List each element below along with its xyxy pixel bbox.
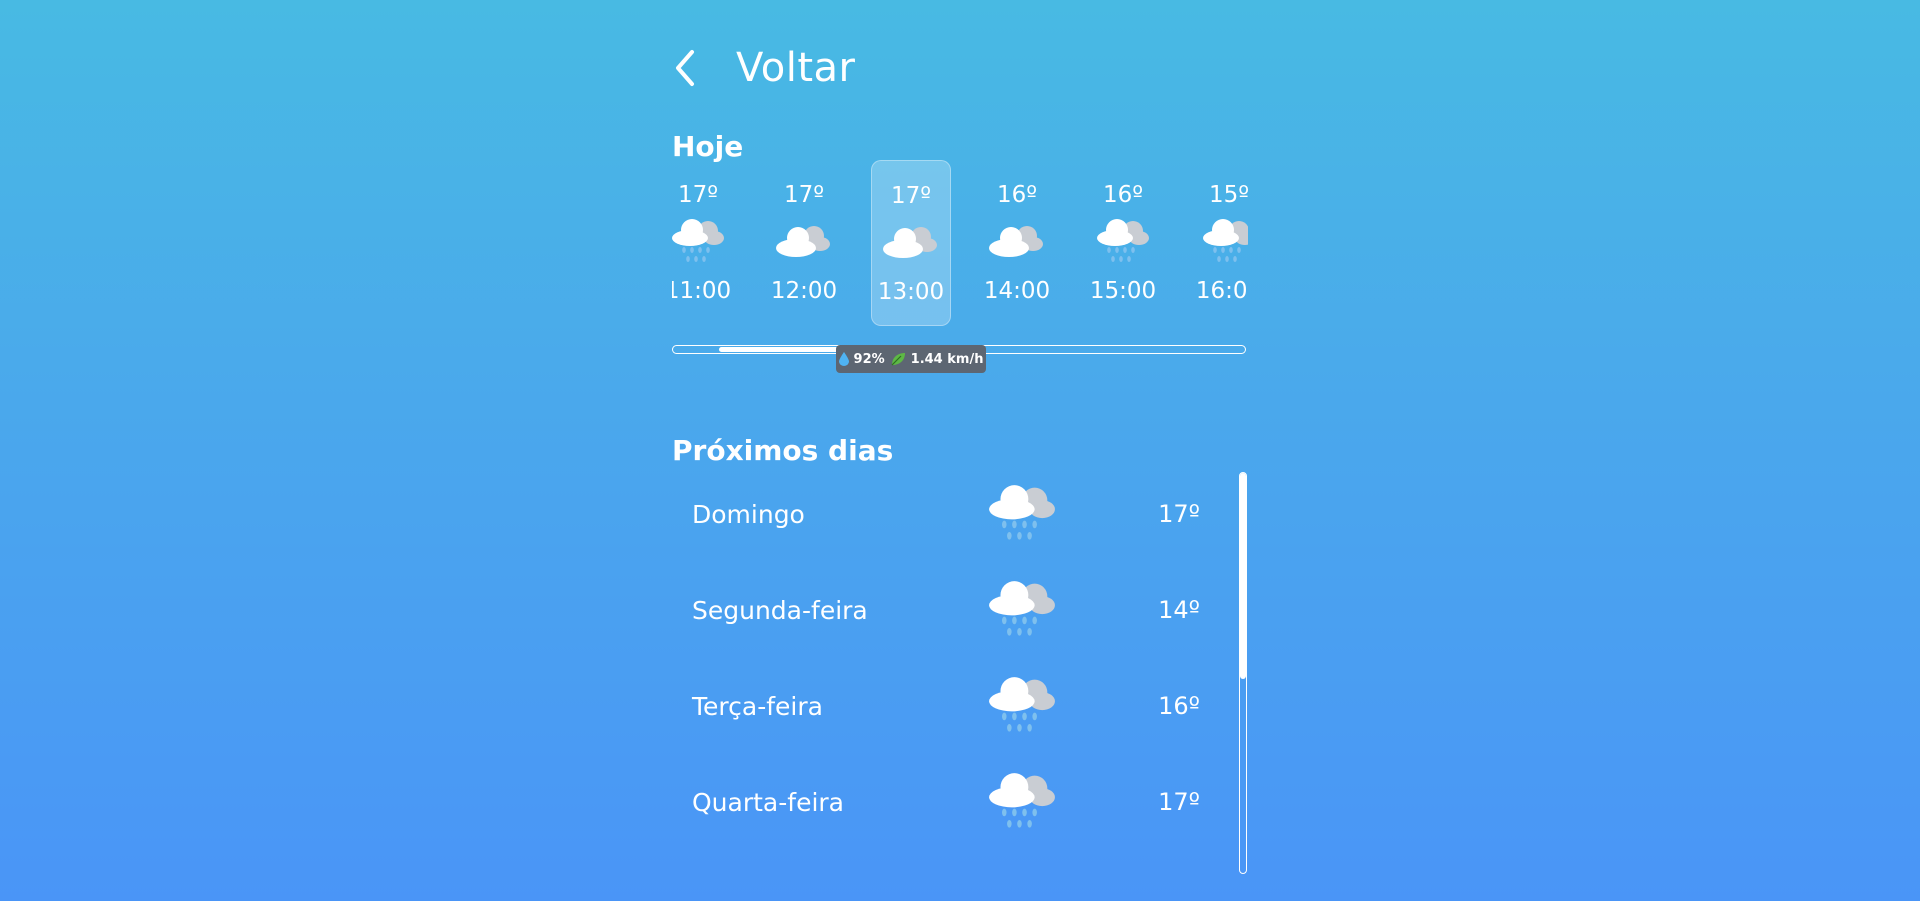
day-name: Terça-feira: [692, 692, 823, 721]
droplet-icon: [838, 352, 849, 366]
hour-card[interactable]: 16º 14:00: [977, 160, 1057, 326]
list-item[interactable]: Segunda-feira 14º: [672, 566, 1232, 662]
humidity-value: 92%: [853, 351, 885, 367]
wind-value: 1.44 km/h: [910, 351, 984, 367]
rain-cloud-icon: [989, 773, 1055, 828]
cloud-icon: [989, 226, 1043, 257]
details-tooltip: 92% 1.44 km/h: [836, 345, 986, 373]
next-days-title: Próximos dias: [672, 434, 894, 467]
hour-time: 14:00: [983, 278, 1051, 304]
cloud-icon: [776, 226, 830, 257]
hour-time: 15:00: [1089, 278, 1157, 304]
hour-temp: 15º: [1208, 182, 1248, 208]
hour-card[interactable]: 15º 16:00: [1189, 160, 1248, 326]
day-temp: 17º: [1158, 788, 1200, 816]
day-temp: 17º: [1158, 500, 1200, 528]
hourly-forecast[interactable]: 17º 11:00 17º 12:00 17º 13:00 16º 14:00 …: [672, 160, 1248, 330]
rain-cloud-icon: [989, 581, 1055, 636]
rain-cloud-icon: [1203, 219, 1248, 262]
rain-cloud-icon: [989, 677, 1055, 732]
list-item[interactable]: Domingo 17º: [672, 470, 1232, 566]
day-name: Segunda-feira: [692, 596, 868, 625]
weather-panel: Voltar Hoje 17º 11:00 17º 12:00 17º 13:0…: [672, 0, 1248, 901]
day-name: Quarta-feira: [692, 788, 844, 817]
today-title: Hoje: [672, 130, 744, 163]
list-item[interactable]: Quarta-feira 17º: [672, 758, 1232, 854]
hour-time: 11:00: [672, 278, 732, 304]
hour-card[interactable]: 17º 11:00: [672, 160, 738, 326]
hour-card[interactable]: 17º 12:00: [764, 160, 844, 326]
cloud-icon: [883, 227, 937, 258]
leaf-icon: [891, 353, 905, 366]
rain-cloud-icon: [1097, 219, 1149, 262]
daily-forecast-list[interactable]: Domingo 17º Segunda-feira 14º Terça-feir…: [672, 470, 1248, 880]
day-temp: 16º: [1158, 692, 1200, 720]
hour-time: 16:00: [1195, 278, 1248, 304]
hour-temp: 17º: [677, 182, 719, 208]
hour-temp: 16º: [996, 182, 1038, 208]
daily-scrollbar[interactable]: [1239, 472, 1247, 874]
day-temp: 14º: [1158, 596, 1200, 624]
chevron-left-icon: [672, 42, 712, 94]
day-name: Domingo: [692, 500, 805, 529]
hour-card[interactable]: 16º 15:00: [1083, 160, 1163, 326]
hour-temp: 17º: [783, 182, 825, 208]
hour-time: 13:00: [877, 279, 945, 305]
hourly-scrollbar-thumb[interactable]: [719, 347, 843, 352]
back-label: Voltar: [736, 45, 856, 91]
back-button[interactable]: Voltar: [672, 42, 855, 94]
hour-card-selected[interactable]: 17º 13:00: [871, 160, 951, 326]
hour-temp: 16º: [1102, 182, 1144, 208]
daily-scrollbar-thumb[interactable]: [1240, 473, 1246, 679]
hour-temp: 17º: [890, 183, 932, 209]
list-item[interactable]: Terça-feira 16º: [672, 662, 1232, 758]
rain-cloud-icon: [672, 219, 724, 262]
hour-time: 12:00: [770, 278, 838, 304]
rain-cloud-icon: [989, 485, 1055, 540]
